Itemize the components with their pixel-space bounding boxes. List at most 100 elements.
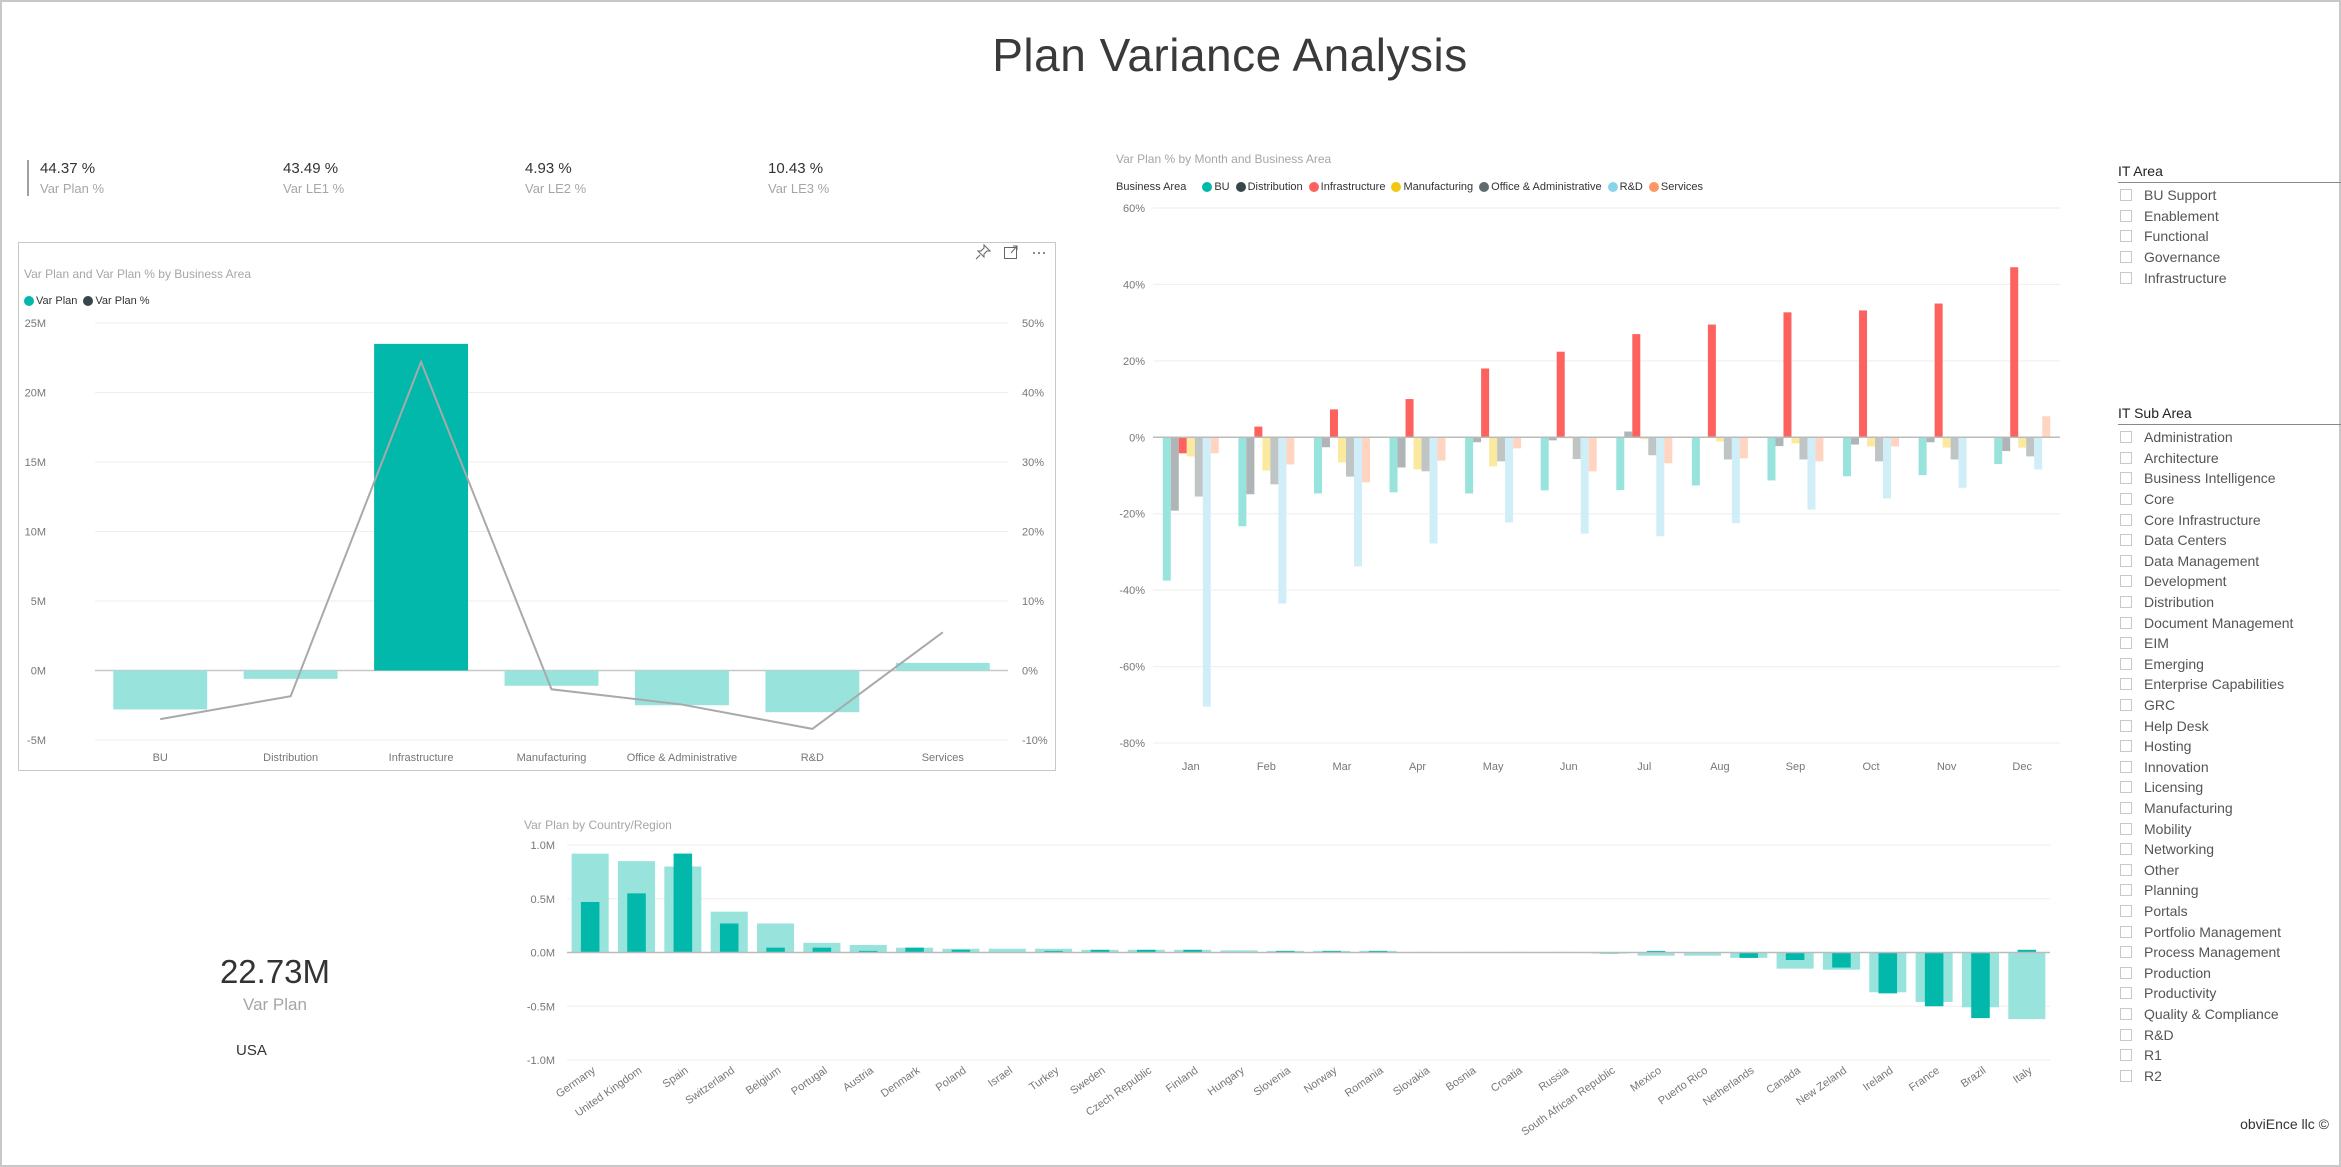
slicer-item[interactable]: R1 (2118, 1045, 2341, 1066)
slicer-item[interactable]: Mobility (2118, 818, 2341, 839)
slicer-item[interactable]: Innovation (2118, 757, 2341, 778)
checkbox[interactable] (2120, 781, 2132, 794)
slicer-item-label: R&D (2144, 1026, 2174, 1043)
slicer-item-label: Portfolio Management (2144, 923, 2281, 940)
x-tick-label: Norway (1302, 1064, 1340, 1096)
checkbox[interactable] (2120, 904, 2132, 917)
bar (1489, 437, 1498, 467)
checkbox[interactable] (2120, 1007, 2132, 1020)
x-tick-label: R&D (801, 752, 824, 764)
bar (1588, 437, 1597, 472)
slicer-item[interactable]: Licensing (2118, 777, 2341, 798)
checkbox[interactable] (2120, 760, 2132, 773)
slicer-item[interactable]: Quality & Compliance (2118, 1004, 2341, 1025)
slicer-item[interactable]: Document Management (2118, 612, 2341, 633)
x-tick-label: Feb (1257, 761, 1276, 773)
bar (1405, 399, 1414, 438)
checkbox[interactable] (2120, 616, 2132, 629)
slicer-item[interactable]: Data Management (2118, 551, 2341, 572)
slicer-item[interactable]: Hosting (2118, 736, 2341, 757)
slicer-item[interactable]: BU Support (2118, 185, 2341, 206)
slicer-item[interactable]: Core Infrastructure (2118, 509, 2341, 530)
bar (1851, 437, 1860, 445)
checkbox[interactable] (2120, 987, 2132, 1000)
checkbox[interactable] (2120, 1049, 2132, 1062)
checkbox[interactable] (2120, 1028, 2132, 1041)
slicer-item[interactable]: Help Desk (2118, 715, 2341, 736)
slicer-item-label: Document Management (2144, 614, 2294, 631)
checkbox[interactable] (2120, 925, 2132, 938)
y-tick-label: 15M (25, 457, 46, 469)
checkbox[interactable] (2120, 271, 2132, 284)
bar (1389, 437, 1398, 493)
slicer-item[interactable]: Portfolio Management (2118, 921, 2341, 942)
x-tick-label: Israel (986, 1065, 1015, 1090)
checkbox[interactable] (2120, 637, 2132, 650)
slicer-item[interactable]: R&D (2118, 1024, 2341, 1045)
slicer-item[interactable]: Enterprise Capabilities (2118, 674, 2341, 695)
slicer-item-label: Networking (2144, 841, 2215, 858)
checkbox[interactable] (2120, 822, 2132, 835)
slicer-item[interactable]: Planning (2118, 880, 2341, 901)
checkbox[interactable] (2120, 534, 2132, 547)
checkbox[interactable] (2120, 251, 2132, 264)
slicer-item[interactable]: Other (2118, 859, 2341, 880)
slicer-item[interactable]: Business Intelligence (2118, 468, 2341, 489)
slicer-item-label: Quality & Compliance (2144, 1005, 2279, 1022)
bar (1413, 437, 1422, 470)
bar (1337, 437, 1346, 463)
checkbox[interactable] (2120, 740, 2132, 753)
checkbox[interactable] (2120, 1069, 2132, 1082)
checkbox[interactable] (2120, 451, 2132, 464)
y-tick-label: 0.0M (531, 948, 555, 960)
checkbox[interactable] (2120, 699, 2132, 712)
checkbox[interactable] (2120, 431, 2132, 444)
slicer-item[interactable]: Infrastructure (2118, 267, 2341, 288)
x-tick-label: Mexico (1628, 1065, 1663, 1095)
checkbox[interactable] (2120, 863, 2132, 876)
checkbox[interactable] (2120, 554, 2132, 567)
bar-highlighted (627, 893, 646, 953)
slicer-item[interactable]: Architecture (2118, 448, 2341, 469)
checkbox[interactable] (2120, 966, 2132, 979)
slicer-item[interactable]: Distribution (2118, 592, 2341, 613)
checkbox[interactable] (2120, 719, 2132, 732)
slicer-item[interactable]: Functional (2118, 226, 2341, 247)
slicer-item[interactable]: Data Centers (2118, 530, 2341, 551)
bar (1807, 437, 1816, 510)
checkbox[interactable] (2120, 472, 2132, 485)
slicer-item[interactable]: Process Management (2118, 942, 2341, 963)
checkbox[interactable] (2120, 657, 2132, 670)
slicer-item[interactable]: EIM (2118, 633, 2341, 654)
checkbox[interactable] (2120, 801, 2132, 814)
checkbox[interactable] (2120, 513, 2132, 526)
checkbox[interactable] (2120, 189, 2132, 202)
slicer-item[interactable]: Emerging (2118, 654, 2341, 675)
checkbox[interactable] (2120, 884, 2132, 897)
slicer-item[interactable]: R2 (2118, 1065, 2341, 1086)
slicer-item[interactable]: Manufacturing (2118, 798, 2341, 819)
slicer-item[interactable]: GRC (2118, 695, 2341, 716)
x-tick-label: Services (922, 752, 965, 764)
slicer-item[interactable]: Portals (2118, 901, 2341, 922)
slicer-item[interactable]: Enablement (2118, 206, 2341, 227)
slicer-item-label: BU Support (2144, 187, 2217, 204)
slicer-item-label: Data Centers (2144, 532, 2227, 549)
slicer-item[interactable]: Networking (2118, 839, 2341, 860)
slicer-item[interactable]: Production (2118, 962, 2341, 983)
checkbox[interactable] (2120, 843, 2132, 856)
slicer-item[interactable]: Development (2118, 571, 2341, 592)
checkbox[interactable] (2120, 575, 2132, 588)
slicer-item[interactable]: Administration (2118, 427, 2341, 448)
checkbox[interactable] (2120, 230, 2132, 243)
checkbox[interactable] (2120, 596, 2132, 609)
checkbox[interactable] (2120, 678, 2132, 691)
slicer-item[interactable]: Core (2118, 489, 2341, 510)
y2-tick-label: -10% (1022, 735, 1048, 747)
checkbox[interactable] (2120, 209, 2132, 222)
slicer-item[interactable]: Governance (2118, 247, 2341, 268)
checkbox[interactable] (2120, 946, 2132, 959)
checkbox[interactable] (2120, 493, 2132, 506)
bar (1934, 303, 1943, 438)
slicer-item[interactable]: Productivity (2118, 983, 2341, 1004)
